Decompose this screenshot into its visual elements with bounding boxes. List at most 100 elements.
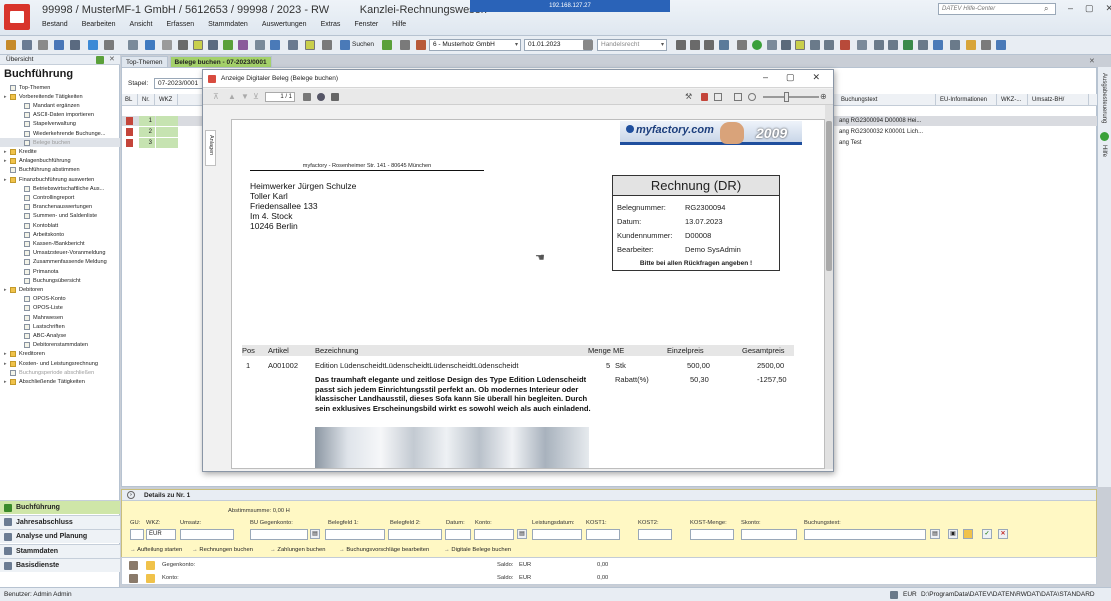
save-icon[interactable]: ▣ — [948, 529, 958, 539]
toolbar-icon-i[interactable] — [824, 40, 834, 50]
chevron-right-icon[interactable]: › — [127, 491, 135, 499]
nav-item[interactable]: Debitorenstammdaten — [0, 341, 120, 350]
rechnungen-buchen-link[interactable]: Rechnungen buchen — [192, 547, 253, 553]
client-select[interactable]: 6 - Musterholz GmbH — [429, 39, 521, 51]
nav-item[interactable]: Buchungsperiode abschließen — [0, 368, 120, 377]
calendar-icon[interactable] — [583, 40, 593, 50]
toolbar-icon-h[interactable] — [810, 40, 820, 50]
konto-folder-icon[interactable] — [146, 574, 155, 583]
column-header-bl[interactable]: BL — [122, 94, 138, 106]
expand-icon[interactable]: ▸ — [4, 177, 9, 183]
confirm-icon[interactable]: ✓ — [982, 529, 992, 539]
kost-menge-field[interactable] — [690, 529, 734, 540]
toolbar-icon-j[interactable] — [840, 40, 850, 50]
konto-lookup-icon[interactable]: ▤ — [517, 529, 527, 539]
toolbar-icon-f[interactable] — [767, 40, 777, 50]
toolbar-icon-t[interactable] — [996, 40, 1006, 50]
expand-icon[interactable]: ▸ — [4, 94, 9, 100]
client-icon[interactable] — [416, 40, 426, 50]
nav-item[interactable]: OPOS-Konto — [0, 295, 120, 304]
nav-item[interactable]: Wiederkehrende Buchunge... — [0, 129, 120, 138]
attached-document-icon[interactable] — [126, 128, 133, 136]
print-icon[interactable] — [38, 40, 48, 50]
aufteilung-starten-link[interactable]: Aufteilung starten — [130, 547, 182, 553]
nav-item[interactable]: Mandant ergänzen — [0, 101, 120, 110]
gegenkonto-book-icon[interactable] — [129, 561, 138, 570]
view-icon[interactable] — [70, 40, 80, 50]
close-tab-icon[interactable]: ✕ — [1089, 57, 1095, 65]
nav-item[interactable]: Umsatzsteuer-Voranmeldung — [0, 249, 120, 258]
toolbar-icon-d[interactable] — [719, 40, 729, 50]
nav-item[interactable]: Primanota — [0, 267, 120, 276]
nav-item[interactable]: OPOS-Liste — [0, 304, 120, 313]
toolbar-icon-c[interactable] — [704, 40, 714, 50]
dialog-close-icon[interactable]: ✕ — [813, 72, 821, 83]
attachments-tab[interactable]: Anlagen — [205, 130, 216, 166]
toolbar-icon-r[interactable] — [966, 40, 976, 50]
toolbar-icon-q[interactable] — [950, 40, 960, 50]
toolbar-icon-m[interactable] — [888, 40, 898, 50]
expand-icon[interactable]: ▸ — [4, 149, 9, 155]
column-header-umsatz[interactable]: Umsatz-BH/ — [1029, 94, 1089, 106]
list-icon[interactable] — [104, 40, 114, 50]
zoom-slider-handle[interactable] — [784, 92, 789, 102]
menu-item-extras[interactable]: Extras — [321, 21, 341, 28]
date-select[interactable]: 01.01.2023 — [524, 39, 592, 51]
zoom-in-icon[interactable]: ⊕ — [820, 92, 827, 101]
search-icon[interactable]: ⌕ — [1044, 4, 1048, 14]
bottom-nav-0[interactable]: Buchführung — [0, 500, 120, 514]
save-document-icon[interactable] — [303, 93, 311, 101]
expand-icon[interactable]: ▸ — [4, 361, 9, 367]
bottom-nav-4[interactable]: Basisdienste — [0, 558, 120, 572]
column-header-buchungstext[interactable]: Buchungstext — [838, 94, 936, 106]
attached-document-icon[interactable] — [126, 139, 133, 147]
grid-icon[interactable] — [178, 40, 188, 50]
expand-icon[interactable]: ▸ — [4, 158, 9, 164]
bottom-nav-3[interactable]: Stammdaten — [0, 543, 120, 558]
toolbar-icon-g[interactable] — [781, 40, 791, 50]
menu-item-fenster[interactable]: Fenster — [354, 21, 378, 28]
menu-item-erfassen[interactable]: Erfassen — [167, 21, 195, 28]
gu-field[interactable] — [130, 529, 144, 540]
output-control-label[interactable]: Ausgabesteuerung — [1101, 73, 1107, 123]
gegenkonto-folder-icon[interactable] — [146, 561, 155, 570]
bottom-nav-2[interactable]: Analyse und Planung — [0, 529, 120, 543]
nav-item[interactable]: Kontoblatt — [0, 221, 120, 230]
toolbar-icon-o[interactable] — [918, 40, 928, 50]
doc-icon[interactable] — [255, 40, 265, 50]
next-page-icon[interactable]: ▼ — [241, 92, 249, 101]
toolbar-icon-k[interactable] — [857, 40, 867, 50]
nav-item[interactable]: Branchenauswertungen — [0, 203, 120, 212]
toolbar-icon-l[interactable] — [874, 40, 884, 50]
green-action-icon[interactable] — [382, 40, 392, 50]
nav-item[interactable]: Top-Themen — [0, 83, 120, 92]
first-page-icon[interactable]: ⊼ — [213, 92, 219, 101]
law-select[interactable]: Handelsrecht — [597, 39, 667, 51]
konto-book-icon[interactable] — [129, 574, 138, 583]
toolbar-icon-b[interactable] — [690, 40, 700, 50]
open-icon[interactable] — [6, 40, 16, 50]
nav-item[interactable]: ▸ Finanzbuchführung auswerten — [0, 175, 120, 184]
nav-item[interactable]: Belege buchen — [0, 138, 120, 148]
nav-item[interactable]: Betriebswirtschaftliche Aus... — [0, 184, 120, 193]
upload-icon[interactable] — [54, 40, 64, 50]
nav-item[interactable]: Zusammenfassende Meldung — [0, 258, 120, 267]
save-icon[interactable] — [22, 40, 32, 50]
print-document-icon[interactable] — [331, 93, 339, 101]
datum-field[interactable] — [445, 529, 471, 540]
bottom-nav-1[interactable]: Jahresabschluss — [0, 514, 120, 529]
phone-icon[interactable] — [128, 40, 138, 50]
calculator-icon[interactable] — [162, 40, 172, 50]
filter-icon[interactable] — [193, 40, 203, 50]
nav-item[interactable]: Kassen-/Bankbericht — [0, 239, 120, 248]
expand-icon[interactable]: ▸ — [4, 351, 9, 357]
fit-page-icon[interactable] — [714, 93, 722, 101]
nav-item[interactable]: ▸ Kredite — [0, 147, 120, 156]
expand-icon[interactable]: ▸ — [4, 287, 9, 293]
nav-item[interactable]: ▸ Kreditoren — [0, 350, 120, 359]
column-header-wkz2[interactable]: WKZ-... — [998, 94, 1028, 106]
mail-icon[interactable] — [145, 40, 155, 50]
column-header-nr[interactable]: Nr. — [139, 94, 155, 106]
close-panel-icon[interactable]: ✕ — [109, 55, 115, 63]
zoom-slider-track[interactable] — [763, 96, 819, 98]
